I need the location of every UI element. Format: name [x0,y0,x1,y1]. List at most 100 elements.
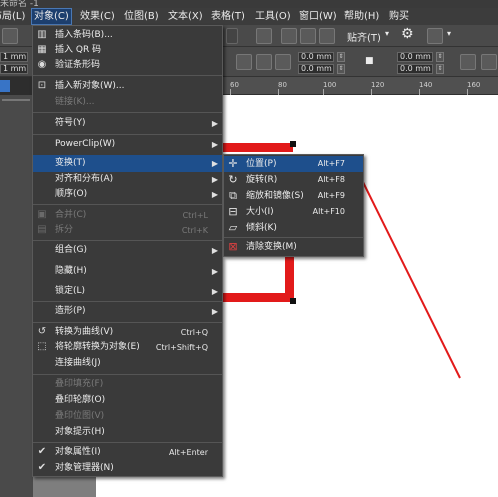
lock-icon[interactable]: ■ [365,56,374,66]
submenu-item-rotate[interactable]: ↻ 旋转(R) Alt+F8 [224,172,363,188]
outline-to-object-icon: ⬚ [37,341,47,352]
menu-item-validate-barcode[interactable]: ◉ 验证条形码 [33,57,222,74]
left-value-field[interactable]: 1 mm [0,52,28,62]
menu-item-outline-to-object[interactable]: ⬚ 将轮廓转换为对象(E) Ctrl+Shift+Q [33,339,222,356]
menu-buy[interactable]: 购买 [389,8,409,25]
menu-object[interactable]: 对象(C) [31,8,72,25]
corner-scallop-icon[interactable] [256,54,272,70]
submenu-arrow-icon: ▶ [211,287,218,296]
position-icon: ✛ [228,157,238,170]
corner-radius-field[interactable]: 0.0 mm [397,52,433,62]
menu-item-join-curves[interactable]: 连接曲线(J) [33,355,222,372]
scale-mirror-icon: ⧉ [229,189,237,202]
menu-item-shaping[interactable]: 造形(P) ▶ [33,303,222,320]
menu-bitmaps[interactable]: 位图(B) [124,8,159,25]
submenu-arrow-icon: ▶ [211,159,218,168]
menu-separator [33,204,222,205]
toolbar-button-icon[interactable] [2,28,18,44]
skew-icon: ▱ [228,221,238,234]
break-apart-icon: ▤ [37,224,47,235]
menu-separator [33,322,222,323]
menu-item-transform[interactable]: 变换(T) ▶ [33,155,222,172]
scale-corners-icon[interactable] [460,54,476,70]
menu-item-overprint-outline[interactable]: 叠印轮廓(O) [33,392,222,409]
menu-item-group[interactable]: 组合(G) ▶ [33,242,222,259]
ruler-tick-label: 160 [467,81,481,89]
menu-tools[interactable]: 工具(O) [255,8,291,25]
guidelines-icon[interactable] [319,28,335,44]
menu-item-insert-new-object[interactable]: ⊡ 插入新对象(W)... [33,78,222,95]
corner-chamfer-icon[interactable] [275,54,291,70]
spin-icon[interactable]: ⇕ [337,52,345,62]
submenu-item-position[interactable]: ✛ 位置(P) Alt+F7 [224,156,363,172]
rulers-icon[interactable] [281,28,297,44]
menu-text[interactable]: 文本(X) [168,8,203,25]
menu-separator [33,134,222,135]
submenu-arrow-icon: ▶ [211,307,218,316]
menu-effects[interactable]: 效果(C) [80,8,115,25]
menu-help[interactable]: 帮助(H) [344,8,379,25]
menu-item-object-hints[interactable]: 对象提示(H) [33,424,222,441]
chevron-down-icon[interactable]: ▾ [447,29,451,38]
menu-item-lock[interactable]: 锁定(L) ▶ [33,283,222,300]
submenu-item-skew[interactable]: ▱ 倾斜(K) [224,220,363,236]
fullscreen-icon[interactable] [256,28,272,44]
snap-to-label[interactable]: 贴齐(T) [347,29,381,44]
menu-separator [33,442,222,443]
toolbox [0,95,33,497]
submenu-arrow-icon: ▶ [211,140,218,149]
submenu-item-clear-transform[interactable]: ⊠ 清除变换(M) [224,239,363,255]
document-tab-strip [0,77,33,95]
menu-separator [224,237,363,238]
menu-separator [33,75,222,76]
launch-icon[interactable] [427,28,443,44]
barcode-icon: ▥ [37,29,47,40]
left-value-field[interactable]: 1 mm [0,64,28,74]
corner-round-icon[interactable] [236,54,252,70]
selection-handle[interactable] [290,298,296,304]
menu-item-powerclip[interactable]: PowerClip(W) ▶ [33,136,222,153]
menu-separator [33,240,222,241]
red-rectangle-bottom[interactable] [223,293,294,302]
title-strip: 未命名 -1 [0,0,498,8]
red-rectangle-top[interactable] [223,143,293,152]
corner-radius-field[interactable]: 0.0 mm [298,52,334,62]
menu-separator [33,112,222,113]
corner-radius-field[interactable]: 0.0 mm [397,64,433,74]
qr-code-icon: ▦ [37,44,47,55]
corner-radius-field[interactable]: 0.0 mm [298,64,334,74]
chevron-down-icon[interactable]: ▾ [385,29,389,38]
dropdown-icon[interactable] [226,28,238,44]
grid-icon[interactable] [300,28,316,44]
menu-window[interactable]: 窗口(W) [299,8,337,25]
spin-icon[interactable]: ⇕ [436,64,444,74]
document-tab[interactable] [0,80,10,92]
selection-handle[interactable] [290,141,296,147]
gear-icon[interactable]: ⚙ [401,26,414,42]
validate-barcode-icon: ◉ [37,59,47,70]
submenu-arrow-icon: ▶ [211,246,218,255]
spin-icon[interactable]: ⇕ [337,64,345,74]
submenu-item-size[interactable]: ⊟ 大小(I) Alt+F10 [224,204,363,220]
menu-item-overprint-fill: 叠印填充(F) [55,379,104,389]
rotate-icon: ↻ [228,173,238,186]
menu-item-symbol[interactable]: 符号(Y) ▶ [33,115,222,132]
menu-item-object-manager[interactable]: ✔ 对象管理器(N) [33,460,222,477]
menu-item-object-properties[interactable]: ✔ 对象属性(I) Alt+Enter [33,444,222,461]
spin-icon[interactable]: ⇕ [436,52,444,62]
menu-item-hide[interactable]: 隐藏(H) ▶ [33,263,222,280]
horizontal-ruler: 60 80 100 120 140 160 [222,77,498,95]
menu-layout[interactable]: 布局(L) [0,8,25,25]
check-icon: ✔ [37,446,47,457]
menu-item-order[interactable]: 顺序(O) ▶ [33,186,222,203]
convert-to-curves-icon: ↺ [37,326,47,337]
menu-item-overprint-bitmap: 叠印位图(V) [55,411,105,421]
ruler-tick-label: 60 [230,81,239,89]
menu-table[interactable]: 表格(T) [211,8,245,25]
menubar: 布局(L) 对象(C) 效果(C) 位图(B) 文本(X) 表格(T) 工具(O… [0,8,498,25]
ruler-tick-label: 100 [323,81,337,89]
menu-item-break-apart: ▤ 拆分 Ctrl+K [37,224,208,235]
wrap-icon[interactable] [481,54,497,70]
document-title: 未命名 -1 [0,0,39,8]
submenu-item-scale-mirror[interactable]: ⧉ 缩放和镜像(S) Alt+F9 [224,188,363,204]
